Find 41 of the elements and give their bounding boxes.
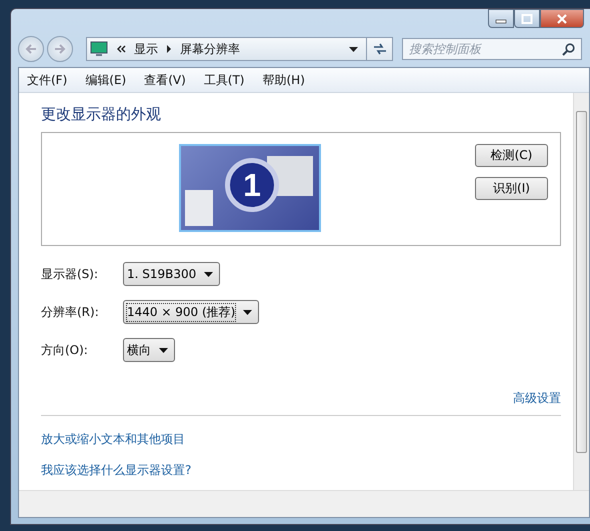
refresh-icon [372, 43, 386, 55]
maximize-button[interactable] [514, 9, 540, 28]
dropdown[interactable]: 1. S19B300 [123, 262, 220, 286]
monitor-thumbnail[interactable]: 1 [179, 144, 321, 232]
search-field[interactable]: 搜索控制面板 [402, 38, 582, 60]
advanced-settings-link[interactable]: 高级设置 [513, 391, 561, 405]
close-icon [556, 14, 568, 24]
caret-icon [159, 348, 168, 352]
caret-icon [243, 310, 252, 314]
arrow-icon [166, 45, 172, 53]
menu-item[interactable]: 文件(F) [27, 72, 68, 88]
page-heading: 更改显示器的外观 [41, 105, 162, 124]
monitor-icon [90, 41, 108, 57]
dropdown[interactable]: 横向 [123, 338, 175, 362]
breadcrumb-item[interactable]: 屏幕分辨率 [180, 40, 240, 58]
help-link[interactable]: 放大或缩小文本和其他项目 [41, 432, 185, 446]
menu-item[interactable]: 工具(T) [204, 72, 244, 88]
monitor-number: 1 [225, 158, 279, 212]
maximize-icon [521, 14, 533, 24]
setting-label: 方向(O): [41, 342, 89, 358]
menu-item[interactable]: 查看(V) [144, 72, 186, 88]
action-button[interactable]: 识别(I) [475, 177, 548, 200]
help-link[interactable]: 我应该选择什么显示器设置? [41, 463, 192, 477]
setting-label: 显示器(S): [41, 266, 100, 282]
chevron-icon [116, 45, 126, 53]
dropdown[interactable]: 1440 × 900 (推荐) [123, 300, 260, 324]
search-icon [562, 43, 575, 56]
close-button[interactable] [540, 9, 584, 28]
menu-item[interactable]: 帮助(H) [262, 72, 305, 88]
back-arrow-icon [24, 43, 38, 55]
mini-window-drawing [185, 190, 213, 226]
forward-arrow-icon [53, 43, 67, 55]
action-button[interactable]: 检测(C) [475, 144, 548, 167]
scrollbar[interactable] [573, 93, 589, 490]
minimize-button[interactable] [488, 9, 514, 28]
dropdown-arrow-icon[interactable] [349, 46, 358, 52]
address-bar[interactable]: 显示 屏幕分辨率 [86, 37, 393, 61]
breadcrumb-item[interactable]: 显示 [134, 40, 158, 58]
caret-icon [204, 272, 214, 276]
setting-label: 分辨率(R): [41, 304, 100, 320]
menu-item[interactable]: 编辑(E) [85, 72, 126, 88]
